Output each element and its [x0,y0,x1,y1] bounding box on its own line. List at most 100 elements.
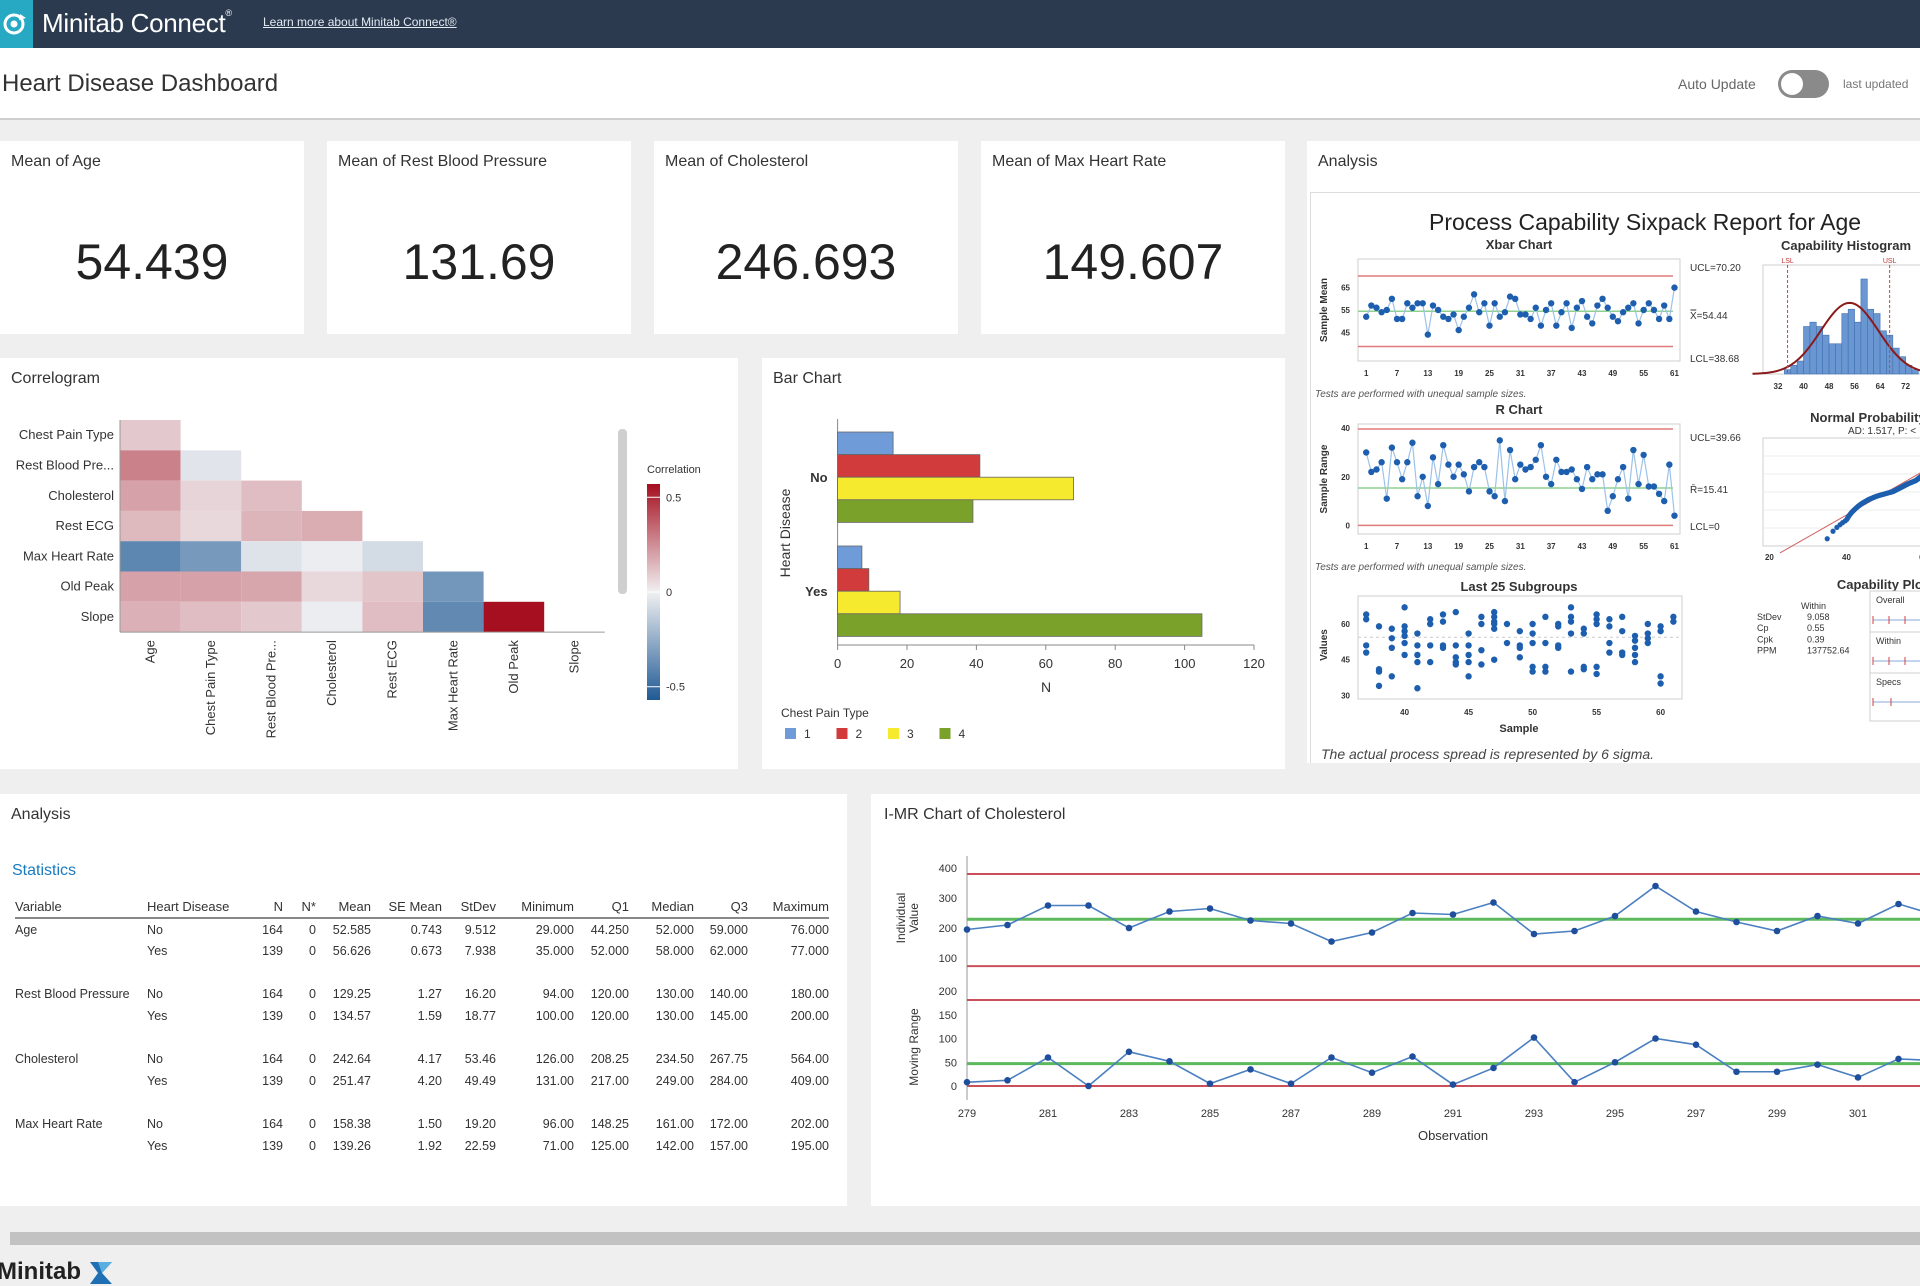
correlogram-card[interactable]: Correlogram Chest Pain TypeRest Blood Pr… [0,358,738,769]
data-point [1563,300,1569,306]
data-point [1657,673,1663,679]
column-label: Age [142,640,157,663]
group-spacer [15,962,829,983]
data-point [1593,664,1599,670]
histogram-bar [1874,314,1880,374]
data-point [1440,611,1446,617]
data-point [1502,498,1508,504]
data-point [1569,466,1575,472]
value-cell: 172.00 [694,1113,748,1135]
data-point [1384,495,1390,501]
data-point [1656,316,1662,322]
statistics-heading-link[interactable]: Statistics [12,862,76,880]
analysis-sixpack-card[interactable]: Analysis Process Capability Sixpack Repo… [1307,141,1920,763]
data-point [1461,314,1467,320]
data-point [1471,291,1477,297]
data-point [1373,305,1379,311]
chart-note: Tests are performed with unequal sample … [1315,562,1526,573]
kpi-card-mean-cholesterol[interactable]: Mean of Cholesterol 246.693 [654,141,958,334]
data-point [1389,626,1395,632]
data-point [1401,604,1407,610]
legend-label: Specs [1876,677,1902,687]
data-point [1619,628,1625,634]
data-point [1478,661,1484,667]
moving_range-data-point [1693,1041,1700,1048]
imr-chart-card[interactable]: I-MR Chart of Cholesterol 10020030040005… [871,794,1920,1206]
value-cell: 58.000 [629,940,694,962]
category-label: Yes [805,584,827,599]
column-header: Variable [15,896,147,918]
column-label: Old Peak [506,640,521,694]
data-point [1670,618,1676,624]
x-tick-label: 43 [1578,369,1587,378]
histogram-bar [1829,344,1835,374]
y-tick-label: 60 [1341,620,1350,629]
data-point [1568,630,1574,636]
value-cell: 157.00 [694,1135,748,1157]
kpi-card-mean-rest-blood-pressure[interactable]: Mean of Rest Blood Pressure 131.69 [327,141,631,334]
x-tick-label: 55 [1639,542,1648,551]
heatmap-cell [181,541,242,571]
individual-data-point [1490,899,1497,906]
heatmap-cell [181,481,242,511]
chart-title: R Chart [1496,402,1544,417]
value-cell: 35.000 [496,940,574,962]
chart-title: Capability Histogram [1781,238,1911,253]
moving_range-data-point [1288,1080,1295,1087]
data-point [1640,452,1646,458]
value-cell: 94.00 [496,983,574,1005]
individual-data-point [1247,917,1254,924]
individual-data-point [1531,931,1538,938]
individual-data-point [1166,908,1173,915]
row-label: Max Heart Rate [23,548,114,563]
data-point [1581,666,1587,672]
value-cell: 52.000 [574,940,629,962]
chart-title: Capability Plot [1837,577,1920,592]
learn-more-link[interactable]: Learn more about Minitab Connect® [263,15,457,29]
y-tick-label: 45 [1341,656,1350,665]
data-point [1404,459,1410,465]
legend-label: 2 [856,727,863,741]
legend-title: Correlation [647,464,701,476]
data-point [1579,486,1585,492]
x-axis-title: Sample [1499,723,1538,735]
column-label: Rest Blood Pre... [264,640,279,738]
horizontal-scrollbar[interactable] [10,1232,1920,1245]
value-cell: 139 [247,940,283,962]
y-tick-label: 400 [939,863,957,875]
data-point [1656,491,1662,497]
auto-update-toggle[interactable] [1778,70,1829,98]
value-cell: 284.00 [694,1070,748,1092]
statistics-card[interactable]: Analysis Statistics VariableHeart Diseas… [0,794,847,1206]
data-point [1574,476,1580,482]
data-point [1414,493,1420,499]
value-cell: 49.49 [442,1070,496,1092]
data-point [1465,659,1471,665]
y-tick-label: 45 [1341,328,1350,337]
value-cell: 139 [247,1135,283,1157]
data-point [1504,621,1510,627]
y-tick-label: 55 [1341,306,1350,315]
bar-chart-card[interactable]: Bar Chart NoYes020406080100120NHeart Dis… [762,358,1285,769]
card-title: Analysis [1318,153,1378,171]
y-axis-title: Sample Mean [1319,278,1330,342]
data-point [1401,640,1407,646]
kpi-card-mean-max-heart-rate[interactable]: Mean of Max Heart Rate 149.607 [981,141,1285,334]
value-cell: 7.938 [442,940,496,962]
column-label: Rest ECG [385,640,400,699]
value-cell: 16.20 [442,983,496,1005]
data-point [1363,314,1369,320]
minitab-connect-logo-icon[interactable] [0,0,33,48]
imr-chart: 1002003004000501001502002792812832852872… [871,794,1920,1206]
value-cell: 139.26 [316,1135,371,1157]
bar-yes-type-1 [838,546,862,569]
y-tick-label: 200 [939,986,957,998]
heart-disease-cell: No [147,1048,247,1070]
data-point [1620,464,1626,470]
heart-disease-cell: No [147,918,247,940]
kpi-card-mean-age[interactable]: Mean of Age 54.439 [0,141,304,334]
data-point [1645,621,1651,627]
value-cell: 0.743 [371,918,442,940]
value-cell: 44.250 [574,918,629,940]
column-header: StDev [442,896,496,918]
